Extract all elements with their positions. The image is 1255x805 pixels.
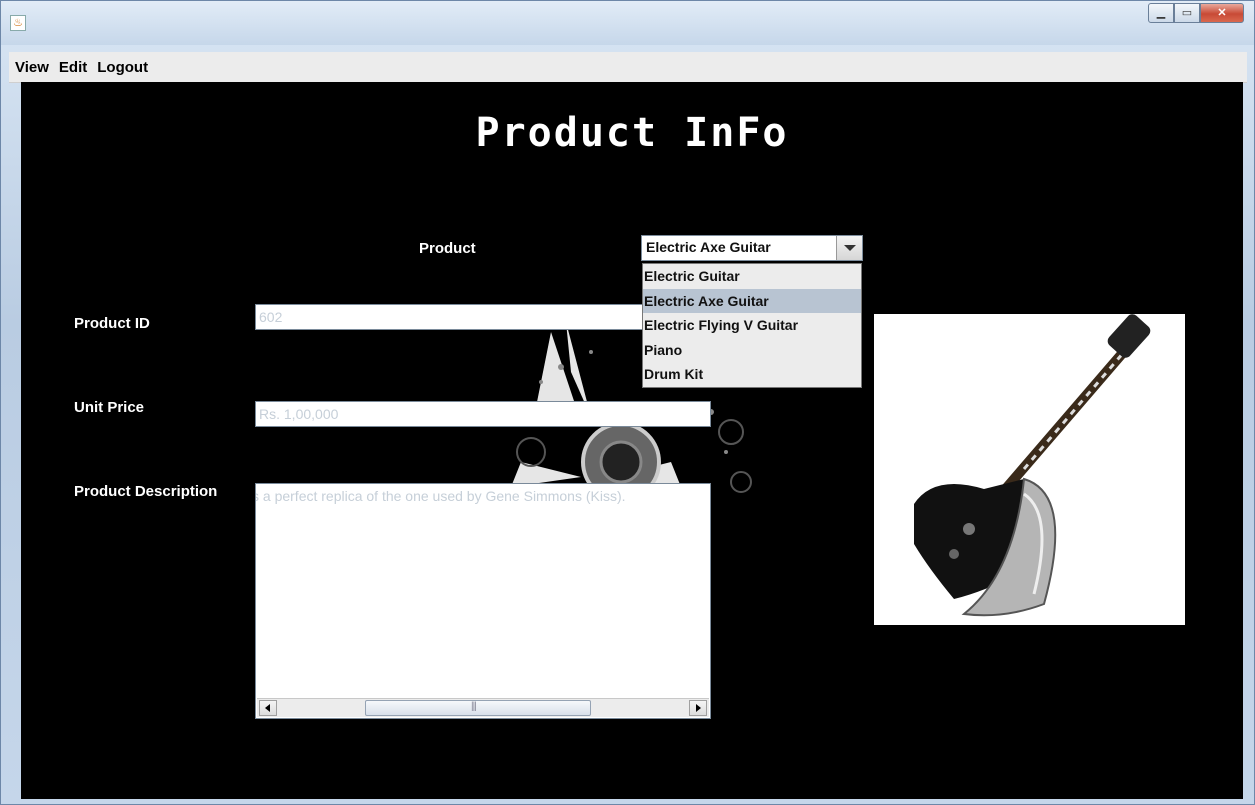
product-label: Product: [419, 240, 476, 257]
horizontal-scrollbar[interactable]: [257, 698, 709, 717]
product-description-text: s a perfect replica of the one used by G…: [255, 488, 626, 504]
product-id-label: Product ID: [74, 315, 150, 332]
product-image: [874, 314, 1185, 625]
menu-view[interactable]: View: [9, 59, 54, 76]
minimize-icon[interactable]: ▁: [1148, 3, 1174, 23]
scroll-right-icon[interactable]: [689, 700, 707, 716]
product-dropdown-list: Electric Guitar Electric Axe Guitar Elec…: [642, 263, 862, 388]
scroll-left-icon[interactable]: [259, 700, 277, 716]
product-selected-value: Electric Axe Guitar: [646, 239, 771, 255]
page-title: Product InFo: [475, 110, 789, 156]
product-combobox[interactable]: Electric Axe Guitar: [641, 235, 863, 261]
java-app-icon[interactable]: ♨: [10, 15, 26, 31]
product-description-textarea[interactable]: s a perfect replica of the one used by G…: [255, 483, 711, 719]
product-info-panel: Product InFo Product Product ID 602 Unit…: [21, 82, 1243, 799]
menu-edit[interactable]: Edit: [54, 59, 92, 76]
dropdown-option[interactable]: Electric Axe Guitar: [643, 288, 861, 314]
scrollbar-thumb[interactable]: [365, 700, 591, 716]
dropdown-option[interactable]: Electric Flying V Guitar: [643, 313, 861, 338]
chevron-down-icon[interactable]: [836, 236, 862, 260]
window-controls: ▁ ▭ ✕: [1148, 3, 1244, 25]
close-icon[interactable]: ✕: [1200, 3, 1244, 23]
dropdown-option[interactable]: Electric Guitar: [643, 264, 861, 289]
menu-bar: View Edit Logout: [9, 52, 1247, 83]
unit-price-field[interactable]: Rs. 1,00,000: [255, 401, 711, 427]
title-bar[interactable]: ♨ ▁ ▭ ✕: [1, 1, 1254, 45]
application-window: ♨ ▁ ▭ ✕ View Edit Logout Product InFo Pr…: [0, 0, 1255, 805]
dropdown-option[interactable]: Piano: [643, 338, 861, 363]
maximize-icon[interactable]: ▭: [1174, 3, 1200, 23]
dropdown-option[interactable]: Drum Kit: [643, 362, 861, 387]
unit-price-label: Unit Price: [74, 399, 145, 416]
menu-logout[interactable]: Logout: [92, 59, 153, 76]
product-description-label: Product Description: [74, 483, 218, 500]
